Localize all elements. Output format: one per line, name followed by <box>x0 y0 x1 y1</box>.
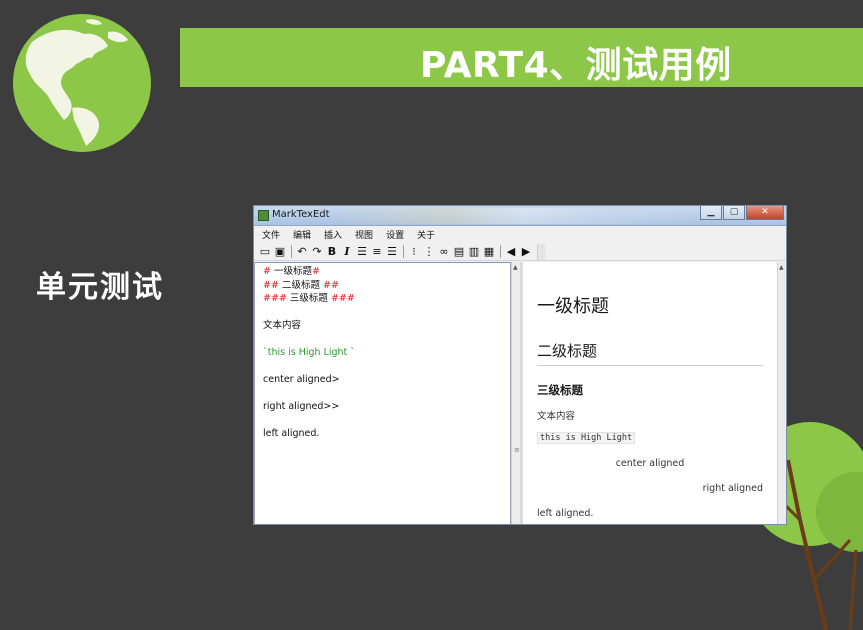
minimize-icon: ▁ <box>707 207 715 217</box>
open-folder-icon[interactable]: ▭ <box>259 245 271 258</box>
editor-line-left: left aligned. <box>263 428 320 439</box>
window-title: MarkTexEdt <box>272 209 330 220</box>
minimize-button[interactable]: ▁ <box>700 206 722 220</box>
editor-panes: # 一级标题# ## 二级标题 ## ### 三级标题 ### 文本内容 `th… <box>254 262 786 524</box>
slide-title: PART4、测试用例 <box>420 45 732 86</box>
markdown-editor[interactable]: # 一级标题# ## 二级标题 ## ### 三级标题 ### 文本内容 `th… <box>254 262 511 524</box>
link-icon[interactable]: ∞ <box>438 245 450 258</box>
align-center-icon[interactable]: ≡ <box>371 245 383 258</box>
italic-icon[interactable]: I <box>341 245 353 258</box>
app-window: MarkTexEdt ▁ ▢ ✕ 文件 编辑 插入 视图 设置 关于 ▭ ▣ ↶… <box>253 205 787 525</box>
numbered-list-icon[interactable]: ⋮ <box>423 245 435 258</box>
md-marker: ## <box>319 279 339 291</box>
formula-icon[interactable]: ▥ <box>468 245 480 258</box>
scroll-up-icon[interactable]: ▲ <box>513 264 518 271</box>
menu-file[interactable]: 文件 <box>262 228 280 241</box>
editor-line-code: `this is High Light ` <box>263 347 356 358</box>
toolbar-separator <box>403 245 404 258</box>
menu-bar: 文件 编辑 插入 视图 设置 关于 <box>254 226 786 243</box>
md-text: 二级标题 <box>281 279 320 291</box>
menu-edit[interactable]: 编辑 <box>293 228 311 241</box>
menu-insert[interactable]: 插入 <box>324 228 342 241</box>
back-arrow-icon[interactable]: ◀ <box>505 245 517 258</box>
maximize-icon: ▢ <box>729 207 739 217</box>
save-icon[interactable]: ▣ <box>274 245 286 258</box>
md-marker: # <box>263 266 274 277</box>
preview-scrollbar[interactable]: ▲ <box>777 262 786 524</box>
editor-line-center: center aligned> <box>263 374 340 385</box>
toolbar-separator <box>500 245 501 258</box>
md-marker: ### <box>327 293 355 304</box>
toolbar: ▭ ▣ ↶ ↷ B I ☰ ≡ ☰ ⁝ ⋮ ∞ ▤ ▥ ▦ ◀ ▶ <box>254 243 786 261</box>
section-label: 单元测试 <box>36 270 164 305</box>
forward-arrow-icon[interactable]: ▶ <box>520 245 532 258</box>
titlebar-glass <box>334 208 714 224</box>
redo-icon[interactable]: ↷ <box>311 245 323 258</box>
preview-h3: 三级标题 <box>537 383 583 397</box>
table-icon[interactable]: ▦ <box>483 245 495 258</box>
align-left-icon[interactable]: ☰ <box>356 245 368 258</box>
undo-icon[interactable]: ↶ <box>296 245 308 258</box>
editor-line-body: 文本内容 <box>263 320 302 331</box>
preview-code: this is High Light <box>537 432 636 444</box>
preview-right: right aligned <box>702 483 763 494</box>
toolbar-grip[interactable] <box>537 243 545 260</box>
scroll-grip-icon[interactable]: ≡ <box>514 446 520 454</box>
menu-settings[interactable]: 设置 <box>386 228 404 241</box>
title-banner: PART4、测试用例 <box>180 28 863 87</box>
editor-line-h3: ### 三级标题 ### <box>263 292 502 306</box>
maximize-button[interactable]: ▢ <box>723 206 745 220</box>
preview-body: 文本内容 <box>537 411 576 422</box>
bullet-list-icon[interactable]: ⁝ <box>408 245 420 258</box>
editor-line-h1: # 一级标题# <box>263 265 502 279</box>
md-marker: ## <box>263 279 282 291</box>
preview-h1: 一级标题 <box>537 296 609 317</box>
scroll-up-icon[interactable]: ▲ <box>779 264 784 271</box>
editor-line-h2: ## 二级标题 ## <box>263 279 502 293</box>
app-icon <box>258 210 269 221</box>
md-marker: ### <box>263 293 290 304</box>
menu-about[interactable]: 关于 <box>417 228 435 241</box>
preview-left: left aligned. <box>537 508 594 519</box>
toolbar-separator <box>291 245 292 258</box>
globe-icon <box>13 14 151 152</box>
editor-line-right: right aligned>> <box>263 401 340 412</box>
markdown-preview: 一级标题 二级标题 三级标题 文本内容 this is High Light c… <box>523 262 777 524</box>
bold-icon[interactable]: B <box>326 245 338 258</box>
md-text: 一级标题 <box>273 266 312 277</box>
close-icon: ✕ <box>761 207 769 217</box>
md-text: 三级标题 <box>289 293 328 304</box>
align-right-icon[interactable]: ☰ <box>386 245 398 258</box>
image-icon[interactable]: ▤ <box>453 245 465 258</box>
menu-view[interactable]: 视图 <box>355 228 373 241</box>
close-button[interactable]: ✕ <box>746 206 784 220</box>
md-marker: # <box>312 266 320 277</box>
preview-h2: 二级标题 <box>537 340 763 366</box>
window-titlebar: MarkTexEdt ▁ ▢ ✕ <box>254 206 786 226</box>
editor-scrollbar[interactable]: ▲ ≡ <box>511 262 520 524</box>
preview-center: center aligned <box>615 458 685 469</box>
